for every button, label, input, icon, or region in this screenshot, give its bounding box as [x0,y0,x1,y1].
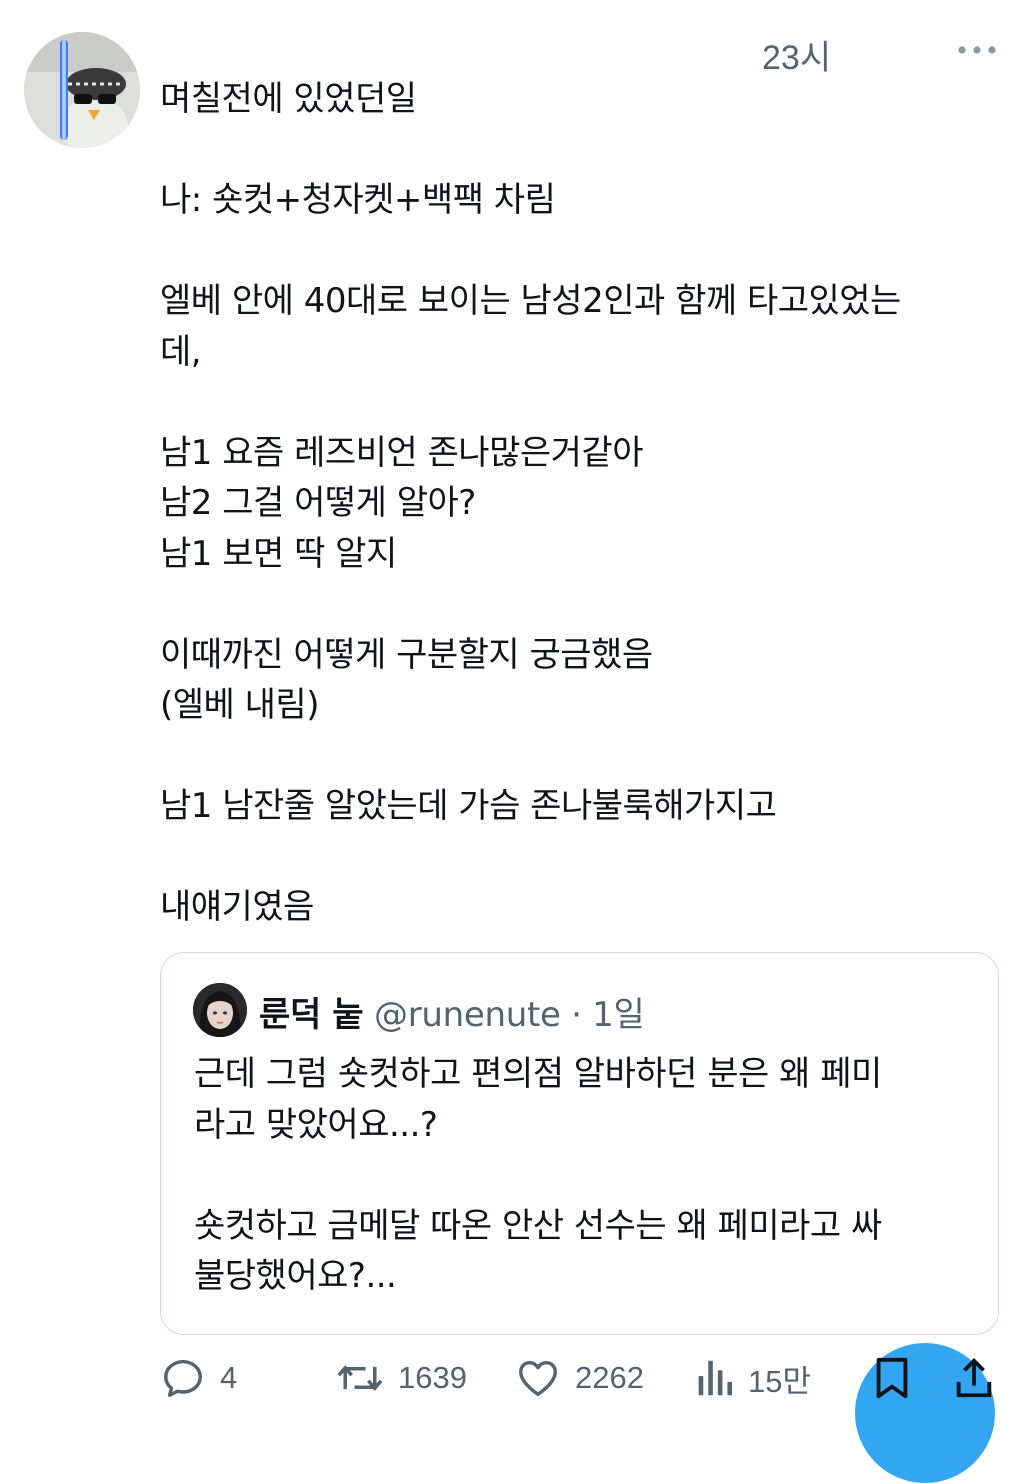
quoted-avatar [193,983,247,1037]
quoted-header: 룬덕 눝 @runenute · 1일 [259,987,645,1036]
quoted-display-name: 룬덕 눝 [259,995,364,1035]
more-icon[interactable] [957,44,997,56]
reply-icon [164,1359,202,1397]
like-button[interactable]: 2262 [515,1355,644,1401]
views-icon [698,1360,733,1396]
profile-avatar-icon [24,32,140,148]
like-icon [519,1360,557,1397]
views-count: 15만 [748,1363,812,1399]
retweet-count: 1639 [398,1360,467,1395]
quoted-tweet-card[interactable]: 룬덕 눝 @runenute · 1일 근데 그럼 숏컷하고 편의점 알바하던 … [160,952,999,1335]
reply-button[interactable]: 4 [160,1355,237,1401]
reply-count: 4 [220,1360,238,1395]
quoted-avatar-icon [193,983,247,1037]
quoted-text: 근데 그럼 숏컷하고 편의점 알바하던 분은 왜 페미 라고 맞았어요...? … [194,1054,882,1296]
share-icon [956,1358,992,1398]
views-button[interactable]: 15만 [694,1355,811,1401]
quoted-timestamp: · 1일 [571,995,645,1035]
like-count: 2262 [575,1360,644,1395]
tweet-text: 며칠전에 있었던일 나: 숏컷+청자켓+백팩 차림 엘베 안에 40대로 보이는… [160,79,901,927]
share-button[interactable] [954,1355,994,1401]
retweet-button[interactable]: 1639 [336,1355,467,1401]
profile-avatar[interactable] [24,32,140,148]
tweet-timestamp[interactable]: 23시 [762,30,831,79]
quoted-handle: @runenute [374,995,561,1035]
bookmark-button[interactable] [872,1355,912,1401]
retweet-icon [337,1365,383,1391]
bookmark-icon [876,1357,908,1399]
